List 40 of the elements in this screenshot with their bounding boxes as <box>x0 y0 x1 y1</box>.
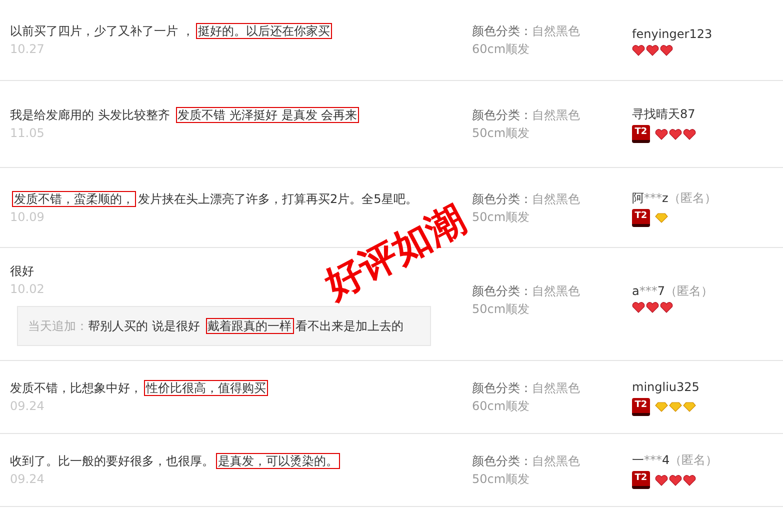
sku-label: 颜色分类： <box>472 24 532 38</box>
member-badge: T2 <box>632 208 650 226</box>
sku-length: 50cm顺发 <box>472 301 531 318</box>
sku-value: 自然黑色 <box>532 108 580 122</box>
member-badge: T2 <box>632 398 650 416</box>
sku-value: 自然黑色 <box>532 454 580 468</box>
user-name: 寻找晴天87 <box>632 106 696 123</box>
sku-label: 颜色分类： <box>472 454 532 468</box>
review-date: 11.05 <box>10 125 46 142</box>
review-text: 我是给发廊用的 头发比较整齐 发质不错 光泽挺好 是真发 会再来 <box>10 106 360 124</box>
sku-label: 颜色分类： <box>472 192 532 206</box>
follow-up-label: 当天追加： <box>28 318 88 335</box>
sku-length: 60cm顺发 <box>472 398 531 415</box>
review-date: 10.02 <box>10 281 46 298</box>
sku-value: 自然黑色 <box>532 192 580 206</box>
member-badge: T2 <box>632 471 650 489</box>
sku-label: 颜色分类： <box>472 284 532 298</box>
user-name: 一***4（匿名） <box>632 452 719 469</box>
sku-value: 自然黑色 <box>532 24 580 38</box>
sku-length: 60cm顺发 <box>472 41 531 58</box>
sku-value: 自然黑色 <box>532 381 580 395</box>
user-name: a***7（匿名） <box>632 283 714 300</box>
review-text: 发质不错，蛮柔顺的， 发片挟在头上漂亮了许多，打算再买2片。全5星吧。 <box>11 190 418 208</box>
sku-label: 颜色分类： <box>472 108 532 122</box>
review-date: 09.24 <box>10 398 46 415</box>
sku-length: 50cm顺发 <box>472 471 531 488</box>
sku-value: 自然黑色 <box>532 284 580 298</box>
user-name: 阿***z（匿名） <box>632 190 718 206</box>
review-text: 发质不错，比想象中好， 性价比很高，值得购买 <box>10 379 269 397</box>
review-date: 09.24 <box>10 471 46 488</box>
review-text: 以前买了四片，少了又补了一片 ， 挺好的。以后还在你家买 <box>10 22 333 40</box>
user-name: fenyinger123 <box>632 26 714 42</box>
sku-length: 50cm顺发 <box>472 125 531 142</box>
member-badge: T2 <box>632 125 650 143</box>
sku-label: 颜色分类： <box>472 381 532 395</box>
review-text: 收到了。比一般的要好很多，也很厚。 是真发，可以烫染的。 <box>10 452 341 470</box>
follow-up-text: 帮别人买的 说是很好 戴着跟真的一样 看不出来是加上去的 <box>88 317 404 335</box>
user-name: mingliu325 <box>632 379 700 396</box>
review-date: 10.27 <box>10 41 46 58</box>
sku-length: 50cm顺发 <box>472 208 531 226</box>
